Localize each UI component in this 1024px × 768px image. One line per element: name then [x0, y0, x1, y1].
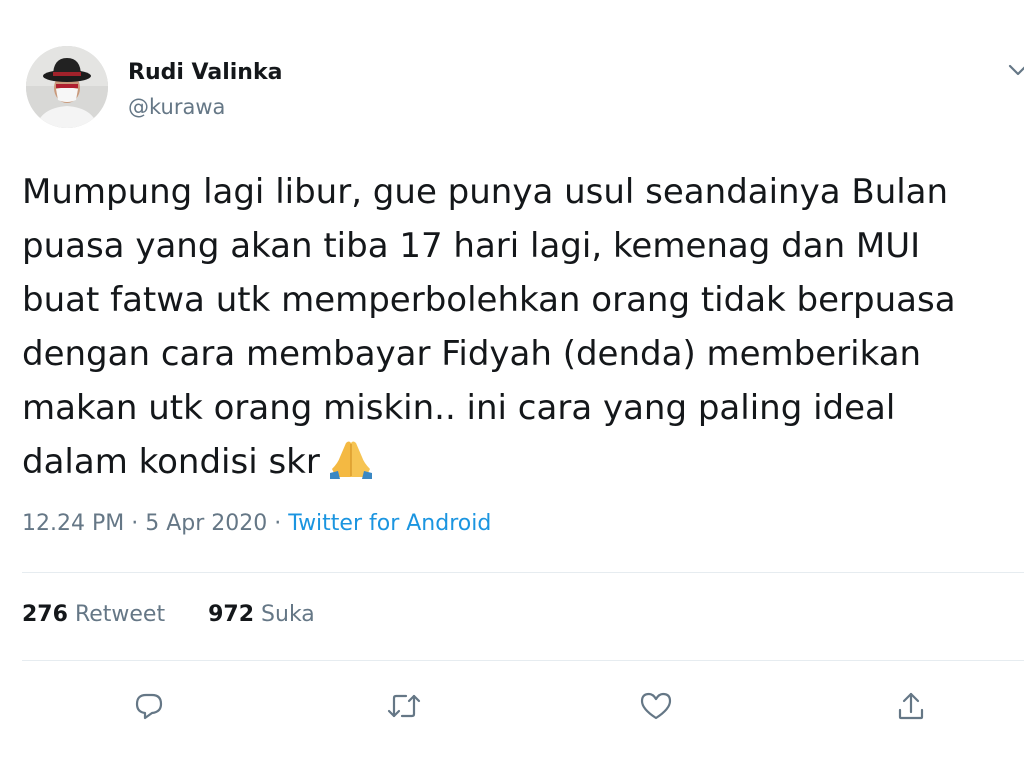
tweet-text-line: buat fatwa utk memperbolehkan orang tida… — [22, 280, 956, 320]
tweet-text-last-line: dalam kondisi skr — [22, 435, 1017, 495]
retweet-count: 276 — [22, 602, 68, 627]
tweet-text-line: Mumpung lagi libur, gue punya usul seand… — [22, 172, 949, 212]
like-icon[interactable] — [638, 688, 674, 724]
meta-separator: · — [131, 511, 139, 536]
tweet-text-line: dengan cara membayar Fidyah (denda) memb… — [22, 334, 922, 374]
retweet-label: Retweet — [74, 602, 166, 627]
chevron-down-icon[interactable] — [1008, 58, 1024, 86]
like-count: 972 — [208, 602, 255, 627]
tweet-card: Rudi Valinka @kurawa Mumpung lagi libur,… — [0, 0, 1024, 768]
meta-separator: · — [274, 511, 282, 536]
retweet-stat[interactable]: 276 Retweet — [22, 602, 172, 627]
share-icon[interactable] — [893, 688, 929, 724]
tweet-text-line: dalam kondisi skr — [22, 442, 320, 482]
divider — [22, 660, 1024, 661]
tweet-source-link[interactable]: Twitter for Android — [288, 511, 491, 536]
divider — [22, 572, 1024, 573]
tweet-meta: 12.24 PM · 5 Apr 2020 · Twitter for Andr… — [22, 511, 491, 536]
folded-hands-emoji-icon — [328, 439, 374, 495]
avatar[interactable] — [26, 46, 108, 128]
display-name[interactable]: Rudi Valinka — [128, 60, 282, 85]
tweet-text-line: makan utk orang miskin.. ini cara yang p… — [22, 388, 896, 428]
like-stat[interactable]: 972 Suka — [208, 602, 315, 627]
retweet-icon[interactable] — [386, 688, 422, 724]
tweet-time: 12.24 PM — [22, 511, 125, 536]
tweet-date[interactable]: 5 Apr 2020 — [145, 511, 267, 536]
user-handle[interactable]: @kurawa — [128, 95, 225, 119]
reply-icon[interactable] — [131, 688, 167, 724]
tweet-text-line: puasa yang akan tiba 17 hari lagi, kemen… — [22, 226, 921, 266]
tweet-text: Mumpung lagi libur, gue punya usul seand… — [22, 165, 1017, 495]
like-label: Suka — [261, 602, 315, 627]
tweet-stats: 276 Retweet 972 Suka — [22, 602, 351, 627]
